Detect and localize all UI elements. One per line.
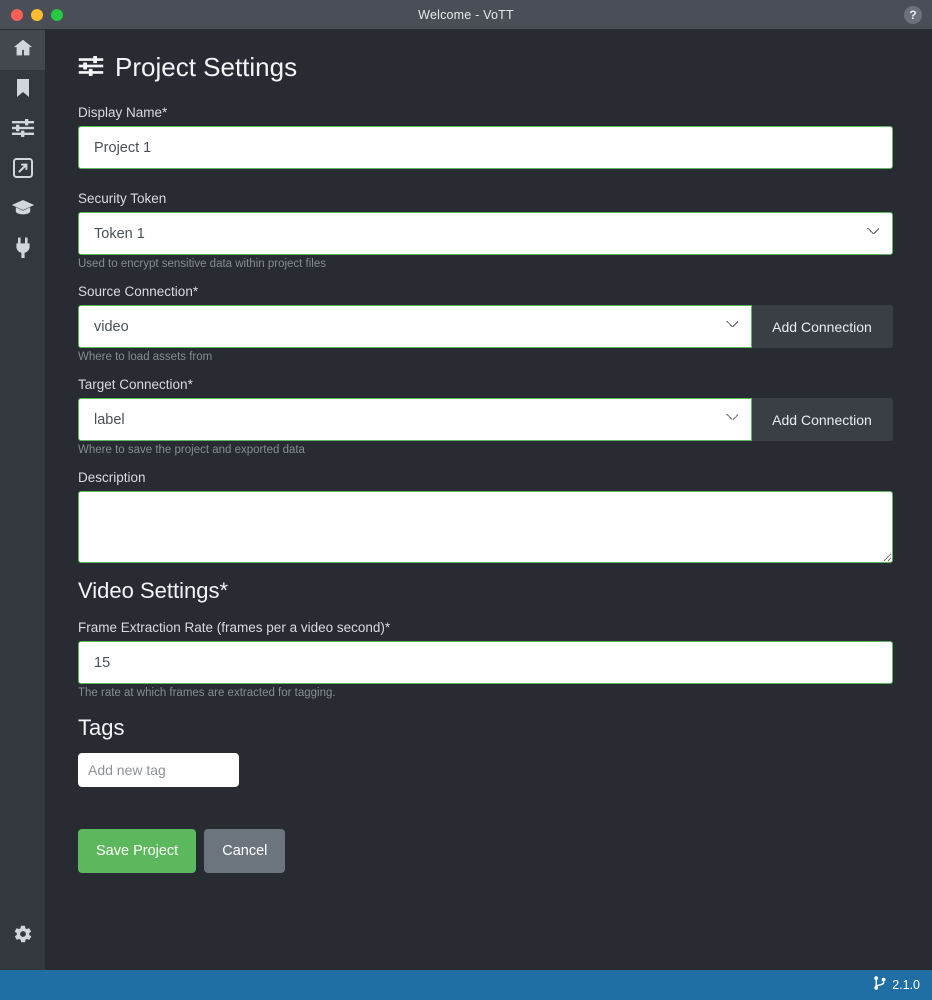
minimize-window-button[interactable] xyxy=(31,8,43,21)
field-frame-extraction-rate: Frame Extraction Rate (frames per a vide… xyxy=(78,620,893,699)
maximize-window-button[interactable] xyxy=(51,8,63,21)
close-window-button[interactable] xyxy=(11,8,23,21)
source-connection-row: video Add Connection xyxy=(78,305,893,348)
gear-icon xyxy=(13,924,33,949)
source-connection-label: Source Connection* xyxy=(78,284,199,299)
sidebar-item-connections[interactable] xyxy=(0,230,45,270)
security-token-select[interactable]: Token 1 xyxy=(78,212,893,255)
plug-icon xyxy=(13,237,33,264)
cancel-button[interactable]: Cancel xyxy=(204,829,286,873)
page-title: Project Settings xyxy=(78,52,893,83)
export-arrow-icon xyxy=(12,157,33,183)
sliders-icon xyxy=(11,118,34,142)
bookmark-icon xyxy=(15,78,31,103)
field-security-token: Security Token Token 1 Used to encrypt s… xyxy=(78,191,893,270)
form-actions: Save Project Cancel xyxy=(78,829,893,893)
frame-rate-input[interactable] xyxy=(78,641,893,684)
page-title-text: Project Settings xyxy=(115,52,298,82)
video-settings-heading: Video Settings* xyxy=(78,578,229,603)
target-connection-select[interactable]: label xyxy=(78,398,752,441)
sidebar-item-export[interactable] xyxy=(0,150,45,190)
add-source-connection-button[interactable]: Add Connection xyxy=(752,305,893,348)
display-name-label: Display Name* xyxy=(78,105,168,120)
main-content: Project Settings Display Name* Security … xyxy=(45,30,932,970)
description-label: Description xyxy=(78,470,146,485)
target-connection-row: label Add Connection xyxy=(78,398,893,441)
app-sidebar xyxy=(0,30,45,970)
app-version: 2.1.0 xyxy=(892,978,920,992)
sliders-icon xyxy=(78,52,104,83)
source-connection-select[interactable]: video xyxy=(78,305,752,348)
status-bar: 2.1.0 xyxy=(0,970,932,1000)
save-project-button[interactable]: Save Project xyxy=(78,829,197,873)
source-connection-helper: Where to load assets from xyxy=(78,351,213,363)
graduation-cap-icon xyxy=(11,199,35,222)
field-gap xyxy=(78,169,893,191)
window-controls xyxy=(0,8,63,21)
home-icon xyxy=(12,37,34,64)
field-description: Description xyxy=(78,470,893,568)
sidebar-item-home[interactable] xyxy=(0,30,45,70)
field-source-connection: Source Connection* video Add Connection … xyxy=(78,284,893,363)
frame-rate-label: Frame Extraction Rate (frames per a vide… xyxy=(78,620,391,635)
sidebar-item-settings[interactable] xyxy=(0,916,45,956)
project-settings-form: Project Settings Display Name* Security … xyxy=(45,30,932,893)
sidebar-item-projects[interactable] xyxy=(0,70,45,110)
window-title: Welcome - VoTT xyxy=(418,7,514,22)
description-textarea[interactable] xyxy=(78,491,893,563)
field-target-connection: Target Connection* label Add Connection … xyxy=(78,377,893,456)
add-new-tag-input[interactable] xyxy=(78,753,239,787)
help-circle-icon[interactable]: ? xyxy=(904,6,922,24)
display-name-input[interactable] xyxy=(78,126,893,169)
target-connection-label: Target Connection* xyxy=(78,377,193,392)
sidebar-item-training[interactable] xyxy=(0,190,45,230)
git-branch-icon xyxy=(874,975,886,995)
frame-rate-helper: The rate at which frames are extracted f… xyxy=(78,687,336,699)
tags-heading: Tags xyxy=(78,715,125,740)
security-token-label: Security Token xyxy=(78,191,167,206)
window-titlebar: Welcome - VoTT ? xyxy=(0,0,932,30)
security-token-helper: Used to encrypt sensitive data within pr… xyxy=(78,258,327,270)
add-target-connection-button[interactable]: Add Connection xyxy=(752,398,893,441)
target-connection-helper: Where to save the project and exported d… xyxy=(78,444,305,456)
field-display-name: Display Name* xyxy=(78,105,893,169)
sidebar-item-active-learning[interactable] xyxy=(0,110,45,150)
